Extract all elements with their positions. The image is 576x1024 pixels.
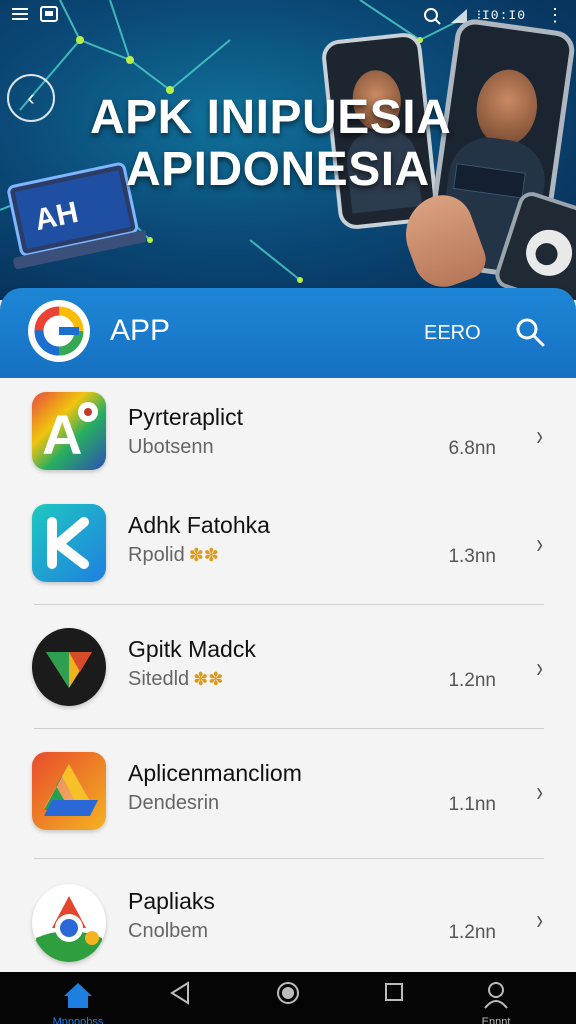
rating-badge: ✽✽ [193, 669, 224, 689]
hero-title-line-1: APK INIPUESIA [90, 91, 452, 144]
search-icon [423, 7, 441, 25]
divider [34, 604, 544, 605]
hero-title-line-2: APIDONESIA [126, 143, 430, 196]
app-name: Aplicenmancliom [128, 760, 302, 786]
chevron-right-icon: › [536, 528, 543, 559]
hero-title: APK INIPUESIA APIDONESIA [90, 92, 510, 196]
list-item[interactable]: Adhk Fatohka Rpolid ✽✽ 1.3nn › [0, 498, 576, 616]
back-triangle-icon [170, 981, 189, 1005]
app-size: 1.1nn [448, 794, 496, 815]
screen: ⁝I0:I0 ⋮ ‹ AH APK INIPUESIA APIDONESIA A… [0, 0, 576, 1024]
app-name: Papliaks [128, 888, 215, 914]
app-v-icon [32, 628, 106, 706]
back-button[interactable]: ‹ [7, 74, 55, 122]
nav-home[interactable]: Mnpoobss [48, 980, 108, 1024]
app-subtitle: Rpolid ✽✽ [128, 544, 219, 566]
menu-icon[interactable] [12, 5, 28, 23]
app-subtitle: Cnolbem [128, 920, 209, 942]
recents-square-icon [385, 983, 403, 1001]
app-size: 1.2nn [448, 670, 496, 691]
hero-banner: ⁝I0:I0 ⋮ ‹ AH APK INIPUESIA APIDONESIA [0, 0, 576, 300]
list-item[interactable]: Aplicenmancliom Dendesrin 1.1nn › [0, 746, 576, 864]
app-size: 1.2nn [448, 922, 496, 943]
chevron-left-icon: ‹ [27, 85, 35, 110]
app-list: A Pyrteraplict Ubotsenn 6.8nn › Adhk Fat… [0, 378, 576, 972]
chevron-right-icon: › [536, 904, 543, 935]
signal-icon [450, 8, 467, 23]
app-bar: APP EERO [0, 288, 576, 378]
more-icon[interactable]: ⋮ [536, 5, 564, 26]
nav-recents[interactable] [364, 980, 424, 1024]
divider [34, 858, 544, 859]
divider [34, 728, 544, 729]
nav-home-label: Mnpoobss [52, 1016, 104, 1024]
home-icon [64, 983, 92, 1008]
app-name: Adhk Fatohka [128, 512, 270, 538]
app-size: 6.8nn [448, 438, 496, 459]
app-subtitle: Dendesrin [128, 792, 220, 814]
bottom-nav-bar: Mnpoobss Ennnt [0, 972, 576, 1024]
image-icon [40, 6, 58, 22]
app-k-icon [32, 504, 106, 582]
search-icon[interactable] [514, 316, 546, 348]
app-bar-action-button[interactable]: EERO [424, 322, 481, 345]
app-size: 1.3nn [448, 546, 496, 567]
list-item[interactable]: Gpitk Madck Sitedld ✽✽ 1.2nn › [0, 622, 576, 740]
app-subtitle: Ubotsenn [128, 436, 214, 458]
app-drive-icon [32, 752, 106, 830]
profile-icon [484, 982, 508, 1009]
app-logo-icon [28, 300, 90, 362]
chevron-right-icon: › [536, 776, 543, 807]
app-name: Pyrteraplict [128, 404, 244, 430]
app-a-icon: A [32, 392, 106, 470]
app-chrome-icon [32, 884, 106, 962]
nav-home-button[interactable] [258, 980, 318, 1024]
nav-profile-label: Ennnt [481, 1016, 511, 1024]
rating-badge: ✽✽ [188, 545, 219, 565]
svg-text:A: A [42, 403, 82, 466]
app-name: Gpitk Madck [128, 636, 256, 662]
chevron-right-icon: › [536, 420, 543, 451]
chevron-right-icon: › [536, 652, 543, 683]
home-circle-icon [277, 982, 299, 1004]
nav-back[interactable] [150, 980, 210, 1024]
app-bar-title: APP [110, 314, 171, 347]
list-item[interactable]: Papliaks Cnolbem 1.2nn › [0, 874, 576, 972]
list-item[interactable]: A Pyrteraplict Ubotsenn 6.8nn › [0, 390, 576, 508]
nav-profile[interactable]: Ennnt [466, 980, 526, 1024]
app-subtitle: Sitedld ✽✽ [128, 668, 224, 690]
